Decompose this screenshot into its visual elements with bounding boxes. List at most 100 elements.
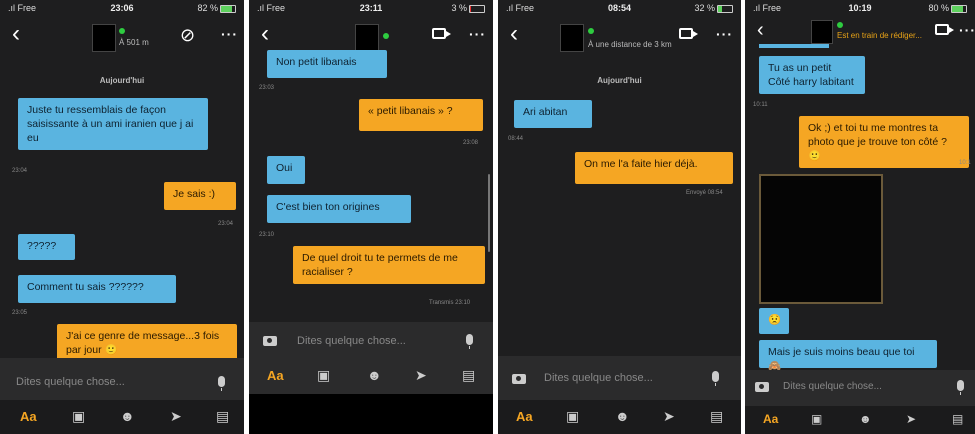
sticker-icon[interactable]: ▤: [216, 409, 229, 423]
avatar[interactable]: [355, 24, 379, 52]
emoji-icon[interactable]: ☻: [859, 412, 872, 426]
message-sent[interactable]: J'ai ce genre de message...3 fois par jo…: [57, 324, 237, 362]
message-time: 23:08: [463, 140, 479, 146]
message-received[interactable]: 😟: [759, 308, 789, 334]
message-input[interactable]: Dites quelque chose...: [16, 376, 125, 388]
chat-header: ‹ À une distance de 3 km ···: [498, 16, 741, 56]
text-format-button[interactable]: Aa: [267, 369, 284, 383]
previous-message-edge: [759, 44, 829, 48]
text-format-button[interactable]: Aa: [516, 410, 533, 424]
sticker-icon[interactable]: ▤: [710, 409, 723, 423]
emoji-icon[interactable]: ☻: [615, 409, 630, 423]
chat-toolbar: Aa ▣ ☻ ➤ ▤: [745, 406, 975, 434]
avatar[interactable]: [560, 24, 584, 52]
message-input[interactable]: Dites quelque chose...: [544, 372, 653, 384]
chat-toolbar: Aa ▣ ☻ ➤ ▤: [249, 358, 493, 394]
camera-icon[interactable]: ▣: [811, 412, 822, 426]
battery-percent: 80 %: [928, 3, 949, 13]
camera-icon[interactable]: ▣: [72, 409, 85, 423]
message-time: 23:04: [218, 221, 234, 227]
chat-screen-2: .ıl Free 23:11 3 % ‹ ··· Non petit liban…: [249, 0, 493, 434]
keyboard-area: [249, 394, 493, 434]
online-indicator: [119, 28, 125, 34]
status-bar: .ıl Free 10:19 80 %: [745, 0, 975, 16]
back-button[interactable]: ‹: [757, 18, 764, 42]
online-indicator: [588, 28, 594, 34]
message-received[interactable]: Tu as un petit Côté harry labitant: [759, 56, 865, 94]
message-received[interactable]: Ari abitan: [514, 100, 592, 128]
microphone-icon[interactable]: [466, 334, 473, 349]
avatar[interactable]: [92, 24, 116, 52]
message-time: 10:11: [753, 102, 768, 108]
message-received[interactable]: Mais je suis moins beau que toi 🙈: [759, 340, 937, 372]
location-icon[interactable]: ➤: [415, 368, 427, 382]
message-sent[interactable]: « petit libanais » ?: [359, 99, 483, 131]
sticker-icon[interactable]: ▤: [462, 368, 475, 382]
emoji-icon[interactable]: ☻: [367, 368, 382, 382]
location-icon[interactable]: ➤: [663, 409, 675, 423]
shared-photo[interactable]: [759, 174, 883, 304]
message-received[interactable]: ?????: [18, 234, 75, 260]
microphone-icon[interactable]: [957, 380, 964, 395]
block-button[interactable]: ⊘: [180, 26, 195, 44]
status-bar: .ıl Free 23:06 82 %: [0, 0, 244, 16]
message-sent[interactable]: On me l'a faite hier déjà.: [575, 152, 733, 184]
message-sent[interactable]: Je sais :): [164, 182, 236, 210]
message-received[interactable]: Comment tu sais ??????: [18, 275, 176, 303]
video-icon[interactable]: [755, 382, 769, 392]
microphone-icon[interactable]: [218, 376, 225, 391]
more-button[interactable]: ···: [221, 26, 238, 42]
sticker-icon[interactable]: ▤: [952, 412, 963, 426]
status-bar: .ıl Free 08:54 32 %: [498, 0, 741, 16]
back-button[interactable]: ‹: [510, 22, 518, 46]
emoji-icon[interactable]: ☻: [120, 409, 135, 423]
message-time: 23:05: [12, 310, 28, 316]
message-time: 23:03: [259, 85, 275, 91]
camera-icon[interactable]: ▣: [317, 368, 330, 382]
camera-icon[interactable]: ▣: [566, 409, 579, 423]
more-button[interactable]: ···: [469, 26, 486, 42]
message-time: 23:10: [259, 232, 275, 238]
distance-label: À une distance de 3 km: [588, 40, 672, 49]
scrollbar[interactable]: [488, 174, 490, 252]
battery-icon: [220, 4, 236, 13]
message-input-bar: Dites quelque chose...: [249, 322, 493, 358]
message-time: 10:1: [959, 160, 971, 166]
battery-percent: 32 %: [694, 3, 715, 13]
battery-percent: 82 %: [197, 3, 218, 13]
more-button[interactable]: ···: [716, 26, 733, 42]
message-time: Envoyé 08:54: [686, 190, 723, 196]
online-indicator: [837, 22, 843, 28]
text-format-button[interactable]: Aa: [20, 410, 37, 424]
avatar[interactable]: [811, 20, 833, 44]
message-received[interactable]: Oui: [267, 156, 305, 184]
more-button[interactable]: ···: [959, 22, 975, 38]
video-icon[interactable]: [263, 336, 277, 346]
microphone-icon[interactable]: [712, 371, 719, 386]
message-time: 08:44: [508, 136, 524, 142]
message-input-bar: Dites quelque chose...: [498, 356, 741, 400]
message-received[interactable]: Juste tu ressemblais de façon saisissant…: [18, 98, 208, 150]
video-call-icon[interactable]: [935, 24, 954, 35]
video-icon[interactable]: [512, 374, 526, 384]
message-sent[interactable]: Ok ;) et toi tu me montres ta photo que …: [799, 116, 969, 168]
message-received[interactable]: C'est bien ton origines: [267, 195, 411, 223]
date-separator: Aujourd'hui: [99, 76, 145, 85]
video-call-icon[interactable]: [679, 28, 698, 39]
chat-screen-1: .ıl Free 23:06 82 % ‹ À 501 m ⊘ ··· Aujo…: [0, 0, 244, 434]
message-sent[interactable]: De quel droit tu te permets de me racial…: [293, 246, 485, 284]
message-input[interactable]: Dites quelque chose...: [783, 381, 882, 392]
back-button[interactable]: ‹: [261, 22, 269, 46]
message-input-bar: Dites quelque chose...: [745, 370, 975, 406]
date-separator: Aujourd'hui: [597, 76, 642, 85]
location-icon[interactable]: ➤: [170, 409, 182, 423]
location-icon[interactable]: ➤: [906, 412, 916, 426]
message-input[interactable]: Dites quelque chose...: [297, 335, 406, 347]
battery-icon: [951, 4, 967, 13]
back-button[interactable]: ‹: [12, 22, 20, 46]
video-call-icon[interactable]: [432, 28, 451, 39]
text-format-button[interactable]: Aa: [763, 412, 778, 426]
chat-screen-3: .ıl Free 08:54 32 % ‹ À une distance de …: [498, 0, 741, 434]
message-received[interactable]: Non petit libanais: [267, 50, 387, 78]
battery-icon: [717, 4, 733, 13]
